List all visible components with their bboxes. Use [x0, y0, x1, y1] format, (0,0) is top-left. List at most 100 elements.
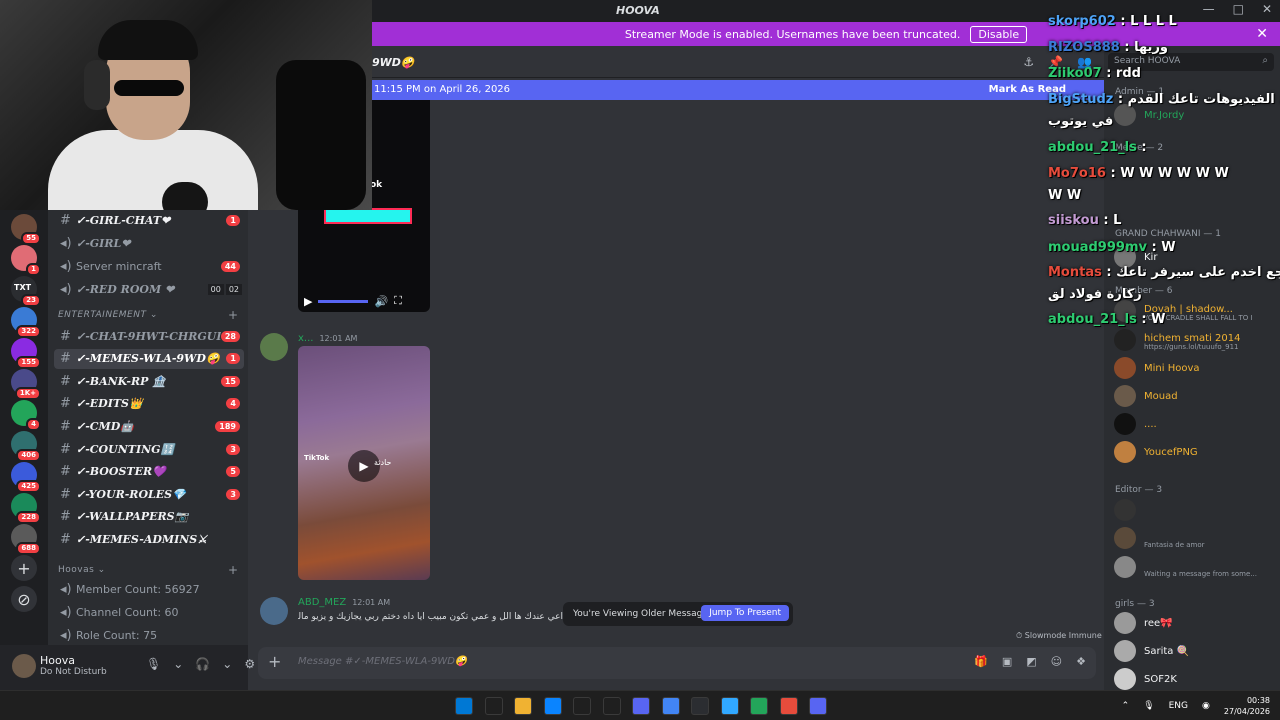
add-channel-icon[interactable]: + — [228, 563, 239, 577]
server-icon[interactable]: 228 — [11, 493, 41, 524]
channel-item[interactable]: # ✓-WALLPAPERS📷 — [54, 507, 244, 527]
taskbar-app-icon[interactable] — [691, 697, 709, 715]
category-entertainement[interactable]: ENTERTAINEMENT ⌄ + — [58, 308, 238, 322]
video-progress[interactable] — [318, 299, 369, 303]
taskbar-app-icon[interactable] — [779, 697, 798, 715]
volume-icon[interactable]: 🔊 — [374, 295, 388, 308]
gear-icon[interactable]: ⚙ — [244, 657, 255, 671]
server-icon[interactable]: 322 — [11, 307, 41, 338]
taskbar-app-icon[interactable] — [661, 697, 680, 715]
chevron-down-icon[interactable]: ⌄ — [173, 657, 183, 671]
author-name[interactable]: ABD_MEZ — [298, 597, 346, 608]
server-icon[interactable]: 406 — [11, 431, 41, 462]
member-item[interactable]: ree🎀 — [1114, 610, 1274, 636]
message-composer[interactable]: + Message #✓-MEMES-WLA-9WD🤪 🎁 ▣ ◩ ☺ ❖ — [258, 647, 1096, 679]
maximize-button[interactable]: □ — [1233, 2, 1244, 16]
message-author[interactable]: x... 12:01 AM — [298, 333, 357, 344]
add-server-icon[interactable]: + — [11, 555, 37, 581]
emoji-icon[interactable]: ☺ — [1051, 655, 1062, 668]
member-item[interactable]: Mini Hoova — [1114, 355, 1274, 381]
server-icon[interactable]: 155 — [11, 338, 41, 369]
member-item[interactable]: YoucefPNG — [1114, 439, 1274, 465]
stat-member-count[interactable]: ◂) Member Count: 56927 — [54, 579, 244, 599]
server-icon[interactable]: 4 — [11, 400, 41, 431]
avatar[interactable] — [12, 654, 36, 678]
add-channel-icon[interactable]: + — [228, 308, 239, 322]
message-input[interactable]: Message #✓-MEMES-WLA-9WD🤪 — [298, 656, 467, 667]
member-list-icon[interactable]: 👥 — [1077, 55, 1092, 69]
member-item[interactable]: Fantasia de amor — [1114, 525, 1274, 551]
server-icon[interactable]: 688 — [11, 524, 41, 555]
microphone-icon[interactable]: 🎙 — [1143, 701, 1154, 711]
channel-item[interactable]: # ✓-YOUR-ROLES💎 3 — [54, 484, 244, 504]
pin-icon[interactable]: 📌 — [1048, 55, 1063, 69]
close-icon[interactable]: ✕ — [1256, 26, 1268, 42]
discover-icon[interactable]: ⊘ — [11, 586, 37, 612]
message-author[interactable]: ABD_MEZ 12:01 AM — [298, 597, 390, 608]
stat-channel-count[interactable]: ◂) Channel Count: 60 — [54, 602, 244, 622]
stat-role-count[interactable]: ◂) Role Count: 75 — [54, 625, 244, 645]
taskbar-app-icon[interactable] — [514, 697, 532, 715]
member-item[interactable]: Mouad — [1114, 383, 1274, 409]
sticker-icon[interactable]: ◩ — [1026, 655, 1036, 668]
server-icon[interactable]: 55 — [11, 214, 41, 245]
taskbar-app-icon[interactable] — [602, 697, 621, 715]
member-item[interactable]: .... — [1114, 411, 1274, 437]
chevron-up-icon[interactable]: ⌃ — [1122, 701, 1130, 711]
gif-icon[interactable]: ▣ — [1002, 655, 1012, 668]
threads-icon[interactable]: ⚓ — [1023, 55, 1034, 69]
disable-button[interactable]: Disable — [970, 25, 1028, 43]
channel-item[interactable]: ◂) ✓-RED ROOM ❤ 00 02 — [54, 279, 244, 299]
member-item[interactable]: Sarita 🍭 — [1114, 638, 1274, 664]
channel-item[interactable]: # ✓-MEMES-WLA-9WD🤪 1 — [54, 348, 244, 369]
microphone-icon[interactable]: 🎙 — [146, 657, 161, 671]
headphones-icon[interactable]: 🎧 — [195, 657, 210, 671]
search-input[interactable]: Search HOOVA ⌕ — [1108, 53, 1274, 71]
server-icon[interactable]: TXT 23 — [11, 276, 41, 307]
taskbar-app-icon[interactable] — [573, 697, 591, 715]
member-item[interactable] — [1114, 497, 1274, 523]
server-icon[interactable]: 1K+ — [11, 369, 41, 400]
mark-as-read-button[interactable]: Mark As Read — [989, 84, 1066, 95]
language-indicator[interactable]: ENG — [1169, 701, 1188, 711]
taskbar-app-icon[interactable] — [455, 697, 473, 715]
fullscreen-icon[interactable]: ⛶ — [394, 294, 402, 308]
member-item[interactable]: SOF2K — [1114, 666, 1274, 692]
channel-item[interactable]: # ✓-CMD🤖 189 — [54, 416, 244, 436]
channel-item[interactable]: ◂) ✓-GIRL❤ — [54, 233, 244, 253]
taskbar-app-icon[interactable] — [720, 697, 739, 715]
author-name[interactable]: x... — [298, 333, 313, 344]
add-attachment-icon[interactable]: + — [268, 652, 281, 671]
close-button[interactable]: ✕ — [1262, 2, 1272, 16]
chevron-down-icon[interactable]: ⌄ — [222, 657, 232, 671]
apps-icon[interactable]: ❖ — [1076, 655, 1086, 668]
new-messages-bar[interactable]: 11:15 PM on April 26, 2026 Mark As Read — [372, 80, 1104, 100]
taskbar-app-icon[interactable] — [809, 697, 827, 715]
channel-item[interactable]: # ✓-BANK-RP 🏦 15 — [54, 371, 244, 391]
channel-item[interactable]: # ✓-MEMES-ADMINS⚔ — [54, 529, 244, 549]
taskbar-app-icon[interactable] — [632, 697, 650, 715]
video-attachment[interactable]: TikTok ▶ حادثة — [298, 346, 430, 580]
category-hoovas[interactable]: Hoovas ⌄ + — [58, 563, 238, 577]
member-item[interactable]: hichem smati 2014 https://guns.lol/tuuufo… — [1114, 327, 1274, 353]
server-icon[interactable]: 425 — [11, 462, 41, 493]
channel-item[interactable]: # ✓-CHAT-9HWT-CHRGUI 28 — [54, 326, 244, 346]
avatar[interactable] — [260, 333, 288, 361]
channel-item[interactable]: ◂) Server mincraft 44 — [54, 256, 244, 276]
avatar[interactable] — [260, 597, 288, 625]
member-item[interactable]: Kir — [1114, 244, 1274, 270]
member-item[interactable]: Waiting a message from some... — [1114, 554, 1274, 580]
minimize-button[interactable]: — — [1203, 2, 1215, 16]
member-item[interactable]: Dovah | shadow... YOUR CRADLE SHALL FALL … — [1114, 298, 1274, 324]
network-icon[interactable]: ◉ — [1202, 701, 1210, 711]
channel-item[interactable]: # ✓-GIRL-CHAT❤ 1 — [54, 210, 244, 230]
clock[interactable]: 00:38 27/04/2026 — [1224, 695, 1270, 717]
member-item[interactable]: Mr.Jordy — [1114, 102, 1274, 128]
channel-item[interactable]: # ✓-COUNTING🔢 3 — [54, 439, 244, 459]
gift-icon[interactable]: 🎁 — [974, 655, 988, 668]
jump-to-present-button[interactable]: Jump To Present — [701, 605, 789, 621]
taskbar-app-icon[interactable] — [484, 697, 503, 715]
server-icon[interactable]: 1 — [11, 245, 41, 276]
channel-item[interactable]: # ✓-BOOSTER💜 5 — [54, 462, 244, 482]
taskbar-app-icon[interactable] — [543, 697, 562, 715]
